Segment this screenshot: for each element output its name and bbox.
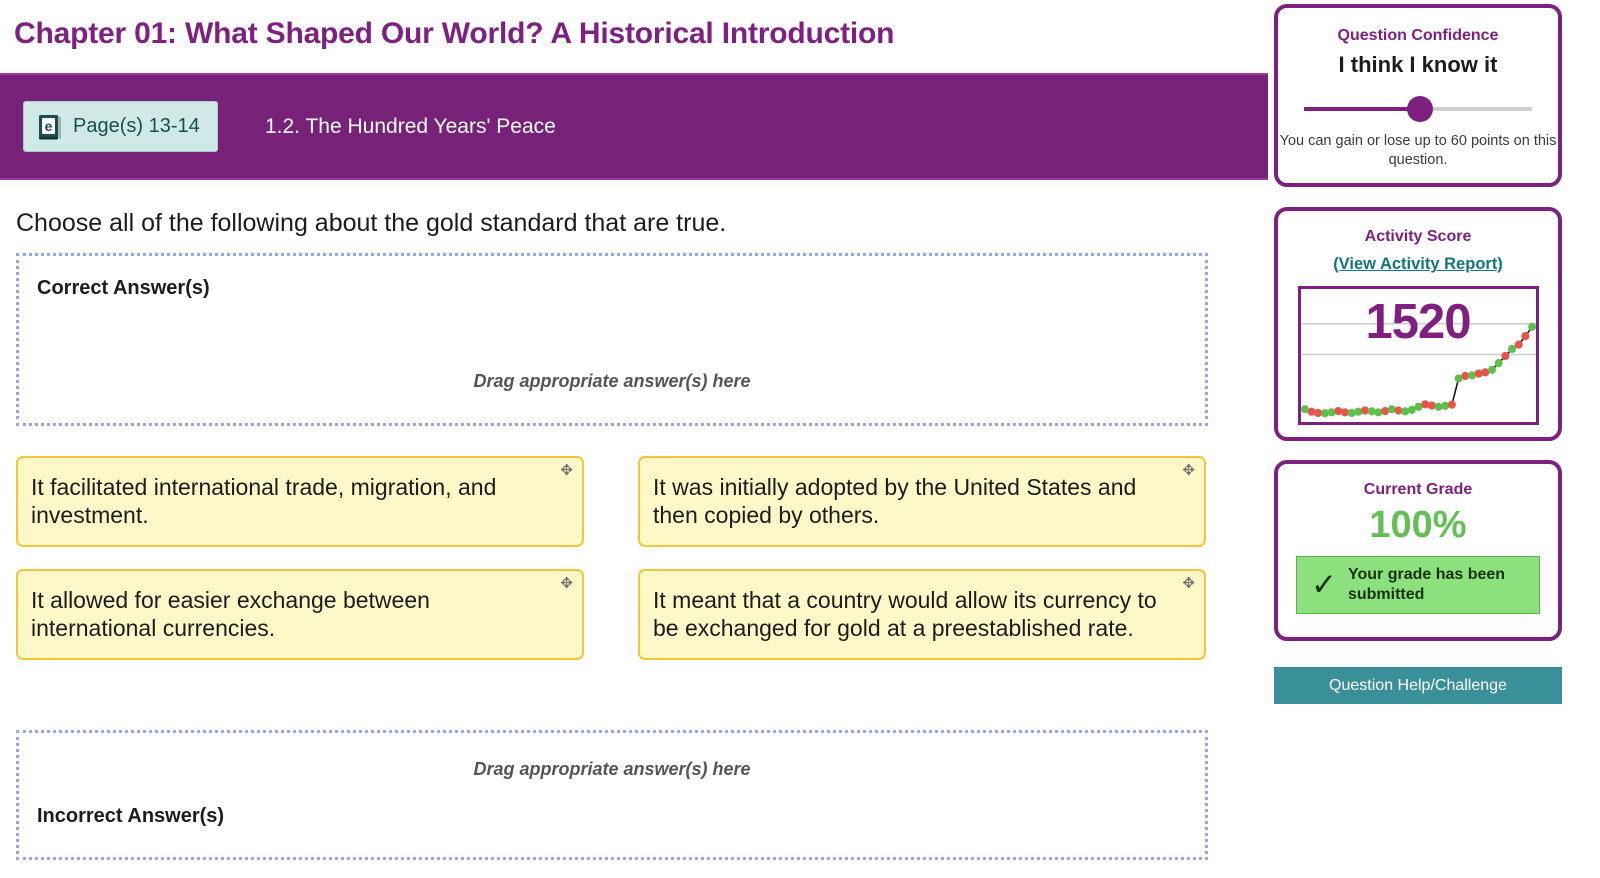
incorrect-drop-hint: Drag appropriate answer(s) here xyxy=(473,759,751,779)
correct-drop-hint: Drag appropriate answer(s) here xyxy=(473,371,751,391)
slider-thumb[interactable] xyxy=(1407,96,1434,122)
incorrect-answers-label: Incorrect Answer(s) xyxy=(37,805,225,827)
main-content-column: Chapter 01: What Shaped Our World? A His… xyxy=(0,0,1268,878)
slider-track-empty xyxy=(1420,107,1532,111)
answer-card[interactable]: ✥ It was initially adopted by the United… xyxy=(638,456,1206,547)
confidence-title: Question Confidence xyxy=(1337,27,1499,44)
confidence-slider[interactable] xyxy=(1304,96,1532,122)
page-range-label: Page(s) 13-14 xyxy=(73,115,200,137)
question-prompt: Choose all of the following about the go… xyxy=(16,209,727,237)
grade-submitted-badge: ✓ Your grade has been submitted xyxy=(1296,556,1540,614)
sidebar: Question Confidence I think I know it Yo… xyxy=(1274,0,1600,878)
correct-answers-dropzone[interactable]: Correct Answer(s) Drag appropriate answe… xyxy=(16,253,1208,426)
current-grade-value: 100% xyxy=(1369,504,1467,546)
answer-card-text: It facilitated international trade, migr… xyxy=(31,474,497,529)
view-activity-report-link[interactable]: (View Activity Report) xyxy=(1278,255,1558,274)
question-confidence-panel: Question Confidence I think I know it Yo… xyxy=(1274,4,1562,187)
confidence-note: You can gain or lose up to 60 points on … xyxy=(1279,133,1557,169)
ebook-icon: e xyxy=(38,113,62,141)
answer-card-text: It allowed for easier exchange between i… xyxy=(31,587,430,642)
check-icon: ✓ xyxy=(1311,566,1337,603)
slider-track-filled xyxy=(1304,107,1421,111)
confidence-value: I think I know it xyxy=(1338,52,1498,77)
move-arrows-icon[interactable]: ✥ xyxy=(1182,463,1195,478)
current-grade-title: Current Grade xyxy=(1363,481,1473,498)
svg-text:e: e xyxy=(45,118,53,134)
correct-answers-label: Correct Answer(s) xyxy=(37,277,210,299)
current-grade-panel: Current Grade 100% ✓ Your grade has been… xyxy=(1274,460,1562,641)
move-arrows-icon[interactable]: ✥ xyxy=(560,576,573,591)
move-arrows-icon[interactable]: ✥ xyxy=(560,463,573,478)
activity-score-panel: Activity Score (View Activity Report) 15… xyxy=(1274,207,1562,441)
answer-card[interactable]: ✥ It facilitated international trade, mi… xyxy=(16,456,584,547)
answer-card-text: It meant that a country would allow its … xyxy=(653,587,1157,642)
section-header-bar: e Page(s) 13-14 1.2. The Hundred Years' … xyxy=(0,73,1268,180)
activity-score-title: Activity Score xyxy=(1364,228,1472,245)
activity-sparkline-chart: 1520 xyxy=(1297,286,1539,425)
move-arrows-icon[interactable]: ✥ xyxy=(1182,576,1195,591)
question-help-challenge-button[interactable]: Question Help/Challenge xyxy=(1274,667,1562,704)
activity-score-value: 1520 xyxy=(1365,295,1471,349)
answer-card-text: It was initially adopted by the United S… xyxy=(653,474,1137,529)
incorrect-answers-dropzone[interactable]: Drag appropriate answer(s) here Incorrec… xyxy=(16,730,1208,860)
question-screen: Chapter 01: What Shaped Our World? A His… xyxy=(0,0,1600,878)
answer-card[interactable]: ✥ It meant that a country would allow it… xyxy=(638,569,1206,660)
grade-submitted-text: Your grade has been submitted xyxy=(1347,566,1506,603)
answer-card[interactable]: ✥ It allowed for easier exchange between… xyxy=(16,569,584,660)
page-title: Chapter 01: What Shaped Our World? A His… xyxy=(14,17,895,50)
page-range-badge[interactable]: e Page(s) 13-14 xyxy=(23,101,218,152)
section-label: 1.2. The Hundred Years' Peace xyxy=(265,115,556,138)
